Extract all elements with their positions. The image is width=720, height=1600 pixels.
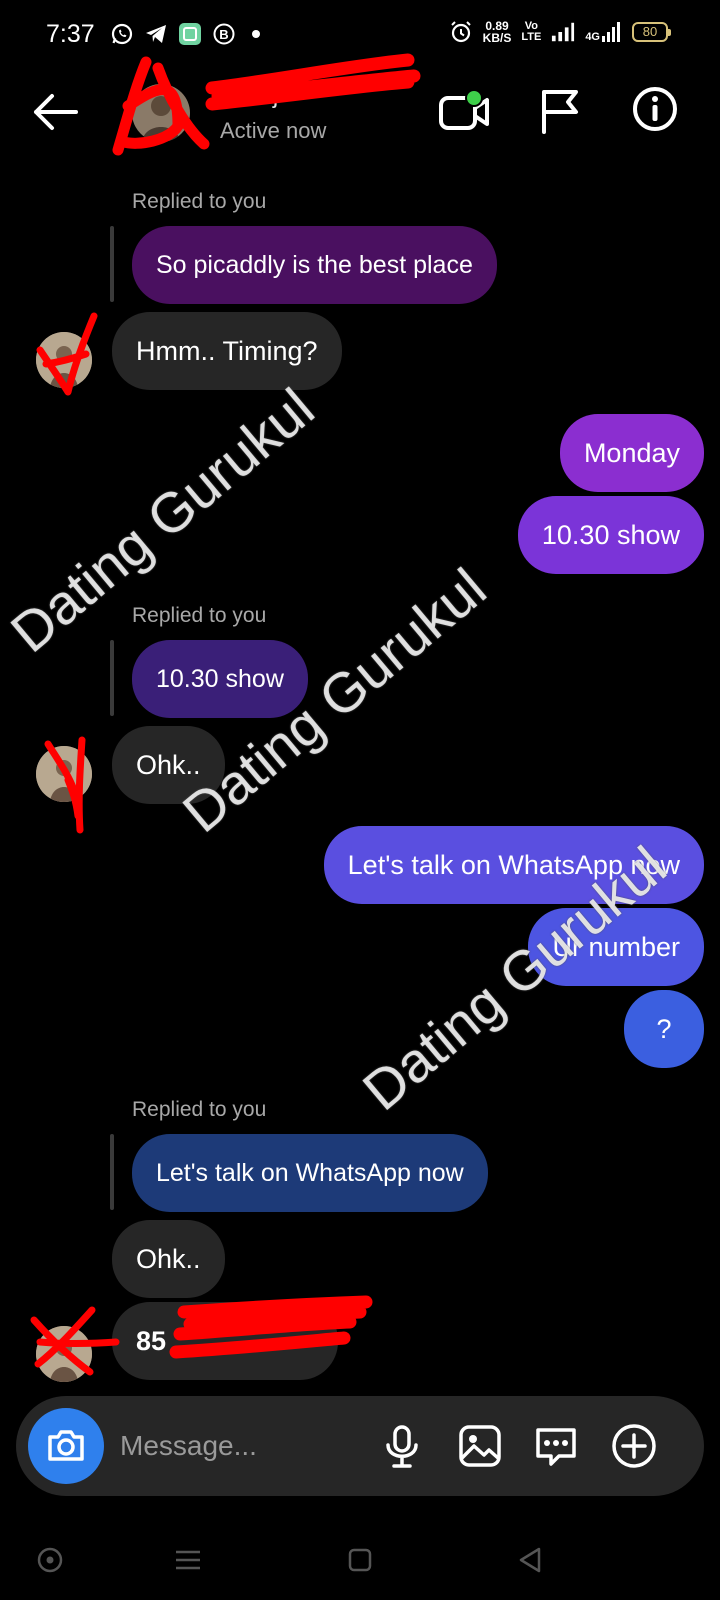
nav-back-button[interactable] xyxy=(510,1540,550,1580)
contact-status: Active now xyxy=(220,118,327,143)
gallery-button[interactable] xyxy=(456,1422,504,1470)
whatsapp-icon xyxy=(110,22,134,46)
notification-icons: B xyxy=(110,22,260,46)
volte-bottom: LTE xyxy=(521,31,542,43)
replied-label: Replied to you xyxy=(132,1098,267,1121)
network-speed-unit: KB/S xyxy=(482,31,512,45)
recent-apps-button[interactable] xyxy=(168,1540,208,1580)
notification-dot xyxy=(252,30,260,38)
status-time: 7:37 xyxy=(46,20,95,48)
video-call-icon xyxy=(439,89,489,130)
sender-avatar[interactable] xyxy=(36,332,92,388)
sender-avatar[interactable] xyxy=(36,746,92,802)
home-button[interactable] xyxy=(340,1540,380,1580)
sticker-button[interactable] xyxy=(532,1422,580,1470)
status-bar: 7:37 B 0.89 KB/S Vo LTE 4G 80 xyxy=(0,0,720,72)
replied-label: Replied to you xyxy=(132,604,267,627)
contact-name[interactable]: P Raj xyxy=(220,82,278,110)
sticker-icon xyxy=(536,1428,576,1466)
microphone-icon xyxy=(386,1425,418,1468)
microphone-button[interactable] xyxy=(378,1422,426,1470)
telegram-icon xyxy=(144,22,168,46)
back-button[interactable] xyxy=(30,90,80,134)
chat-header: P Raj Active now xyxy=(0,53,720,156)
incoming-message[interactable]: Ohk.. xyxy=(112,1220,225,1298)
signal-4g-icon: 4G xyxy=(585,21,622,43)
back-arrow-icon xyxy=(34,94,78,130)
incoming-message[interactable]: 85 xyxy=(112,1302,338,1380)
camera-icon xyxy=(48,1430,84,1461)
outgoing-message[interactable]: ? xyxy=(624,990,704,1068)
gallery-icon xyxy=(459,1425,501,1467)
volte-indicator: Vo LTE xyxy=(521,21,541,43)
replied-label: Replied to you xyxy=(132,190,267,213)
message-composer xyxy=(16,1396,704,1496)
system-icons: 0.89 KB/S Vo LTE 4G 80 xyxy=(449,20,671,44)
add-button[interactable] xyxy=(610,1422,658,1470)
info-icon xyxy=(633,87,677,131)
camera-button[interactable] xyxy=(28,1408,104,1484)
network-type: 4G xyxy=(585,31,600,43)
system-nav-bar xyxy=(0,1520,720,1600)
flag-icon xyxy=(542,90,578,134)
battery-indicator: 80 xyxy=(632,22,671,42)
report-flag-button[interactable] xyxy=(538,88,582,134)
reply-indicator-bar xyxy=(110,226,114,302)
assistant-icon xyxy=(37,1547,63,1573)
assistant-button[interactable] xyxy=(30,1540,70,1580)
contact-avatar[interactable] xyxy=(132,84,190,142)
back-icon xyxy=(519,1547,541,1573)
svg-text:B: B xyxy=(219,27,228,42)
home-icon xyxy=(348,1548,372,1572)
quoted-message[interactable]: So picaddly is the best place xyxy=(132,226,497,304)
alarm-icon xyxy=(449,20,473,44)
quoted-message[interactable]: Let's talk on WhatsApp now xyxy=(132,1134,488,1212)
incoming-message[interactable]: Hmm.. Timing? xyxy=(112,312,342,390)
message-input[interactable] xyxy=(120,1422,370,1470)
menu-icon xyxy=(176,1550,200,1570)
info-button[interactable] xyxy=(632,86,678,132)
signal-icon xyxy=(551,20,575,44)
sender-avatar[interactable] xyxy=(36,1326,92,1382)
app-icon xyxy=(178,22,202,46)
b-icon: B xyxy=(212,22,236,46)
video-call-button[interactable] xyxy=(438,88,490,134)
network-speed: 0.89 KB/S xyxy=(483,20,512,44)
outgoing-message[interactable]: 10.30 show xyxy=(517,496,704,574)
reply-indicator-bar xyxy=(110,640,114,716)
add-icon xyxy=(612,1424,656,1468)
reply-indicator-bar xyxy=(110,1134,114,1210)
outgoing-message[interactable]: Monday xyxy=(559,414,704,492)
